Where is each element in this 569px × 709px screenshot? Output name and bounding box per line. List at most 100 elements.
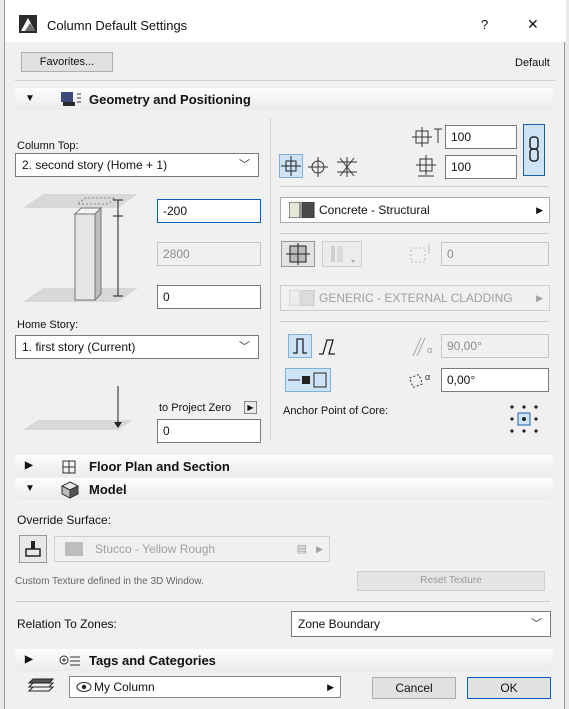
surface-material-popup[interactable]: Stucco - Yellow Rough ▤ ▶ (54, 536, 330, 562)
geometry-icon (61, 92, 81, 106)
veneer-material-popup[interactable]: GENERIC - EXTERNAL CLADDING ▶ (280, 285, 550, 311)
veneer-core-icon (286, 243, 310, 265)
veneer-thickness-input[interactable]: 0 (441, 242, 549, 266)
home-story-label: Home Story: (17, 319, 79, 331)
model-cube-icon (61, 481, 79, 499)
vertical-column-toggle[interactable] (288, 334, 312, 358)
svg-text:α: α (425, 372, 430, 382)
depth-dimension-icon (416, 155, 436, 177)
slanted-column-icon[interactable] (317, 336, 339, 358)
building-material-swatch-icon (289, 202, 315, 218)
home-story-select[interactable]: 1. first story (Current) ﹀ (15, 335, 259, 359)
surface-material-value: Stucco - Yellow Rough (95, 542, 216, 556)
title-bar: Column Default Settings ? ✕ (5, 0, 566, 42)
anchor-center-toggle[interactable] (279, 154, 303, 178)
veneer-thickness-icon (410, 244, 430, 263)
section-geometry[interactable]: ▼ Geometry and Positioning (15, 88, 553, 110)
divider (15, 601, 550, 602)
link-dimensions-toggle[interactable] (523, 124, 545, 176)
anchor-point-label: Anchor Point of Core: (283, 405, 389, 417)
anchor-point-grid[interactable] (507, 402, 541, 436)
rotation-angle-icon: α (409, 372, 430, 389)
column-top-label: Column Top: (17, 140, 79, 152)
surface-swatch-icon (65, 542, 83, 556)
chevron-down-icon: ﹀ (239, 341, 250, 353)
collapsed-triangle-icon: ▶ (25, 654, 33, 665)
favorite-name: My Column (94, 680, 155, 694)
select-value: Zone Boundary (298, 617, 381, 631)
relation-to-zones-select[interactable]: Zone Boundary ﹀ (291, 611, 551, 637)
popup-arrow-icon: ▶ (327, 682, 334, 692)
popup-arrow-icon: ▶ (536, 293, 543, 303)
override-surface-label: Override Surface: (17, 513, 112, 527)
chevron-down-icon: ﹀ (531, 618, 542, 630)
ok-button[interactable]: OK (467, 677, 551, 699)
rotation-mode-toggle[interactable] (285, 368, 331, 392)
reset-texture-button[interactable]: Reset Texture (357, 571, 545, 591)
building-material-swatch-icon (289, 290, 315, 306)
section-model[interactable]: ▼ Model (15, 478, 553, 500)
top-offset-input[interactable]: -200 (157, 199, 261, 223)
section-title: Geometry and Positioning (89, 92, 251, 107)
override-surface-toggle[interactable] (19, 535, 47, 563)
depth-input[interactable]: 100 (445, 155, 517, 179)
relation-to-zones-label: Relation To Zones: (17, 617, 117, 631)
core-material-popup[interactable]: Concrete - Structural ▶ (280, 197, 550, 223)
section-floor-plan[interactable]: ▶ Floor Plan and Section (15, 455, 553, 477)
divider (279, 233, 549, 234)
chain-link-icon (529, 136, 539, 162)
veneer-type-button[interactable] (322, 241, 362, 267)
project-zero-input[interactable]: 0 (157, 419, 261, 443)
texture-icon: ▤ (296, 543, 307, 555)
popup-arrow-icon: ▶ (536, 205, 543, 215)
archicad-app-icon (19, 15, 37, 33)
section-tags[interactable]: ▶ Tags and Categories (15, 649, 553, 671)
divider (279, 186, 549, 187)
help-button[interactable]: ? (481, 17, 488, 32)
veneer-none-button[interactable] (281, 241, 315, 267)
column-height-input[interactable]: 2800 (157, 242, 261, 266)
select-value: 2. second story (Home + 1) (22, 158, 168, 172)
section-title: Tags and Categories (89, 653, 216, 668)
width-dimension-icon (412, 127, 442, 147)
rotation-angle-input[interactable]: 0,00° (441, 368, 549, 392)
section-title: Floor Plan and Section (89, 459, 230, 474)
eye-icon (76, 682, 92, 692)
divider (279, 321, 549, 322)
popup-arrow-icon: ▶ (316, 544, 323, 554)
default-label: Default (515, 57, 550, 69)
dialog-window: Column Default Settings ? ✕ Favorites...… (4, 0, 566, 709)
section-title: Model (89, 482, 127, 497)
column-divider (270, 118, 271, 440)
vertical-column-icon (293, 338, 307, 354)
rotation-mode-icon (288, 372, 327, 388)
width-input[interactable]: 100 (445, 125, 517, 149)
close-button[interactable]: ✕ (527, 16, 539, 33)
bottom-offset-input[interactable]: 0 (157, 285, 261, 309)
cancel-button[interactable]: Cancel (372, 677, 456, 699)
expand-triangle-icon: ▼ (25, 483, 35, 494)
circular-column-icon[interactable] (307, 156, 329, 178)
layers-stack-icon (27, 678, 55, 692)
slant-angle-input[interactable]: 90,00° (441, 334, 549, 358)
to-project-zero-label: to Project Zero (159, 402, 232, 414)
favorites-popup[interactable]: My Column ▶ (69, 676, 341, 698)
svg-text:α: α (427, 345, 432, 355)
custom-texture-note: Custom Texture defined in the 3D Window. (15, 576, 204, 587)
select-value: 1. first story (Current) (22, 340, 136, 354)
core-material-value: Concrete - Structural (319, 203, 430, 217)
favorites-button[interactable]: Favorites... (21, 52, 113, 72)
divider (15, 80, 555, 81)
reference-level-arrow-button[interactable]: ▶ (244, 401, 257, 414)
anchor-grid-icon (510, 405, 538, 433)
column-anchor-icon (281, 156, 301, 176)
column-top-select[interactable]: 2. second story (Home + 1) ﹀ (15, 153, 259, 177)
tags-icon (59, 655, 80, 666)
floor-plan-icon (62, 460, 76, 474)
window-title: Column Default Settings (47, 18, 188, 33)
slant-angle-icon: α (412, 337, 432, 357)
expand-triangle-icon: ▼ (25, 93, 35, 104)
paint-brush-icon (25, 541, 41, 557)
collapsed-triangle-icon: ▶ (25, 460, 33, 471)
hatched-column-icon[interactable] (335, 156, 359, 178)
